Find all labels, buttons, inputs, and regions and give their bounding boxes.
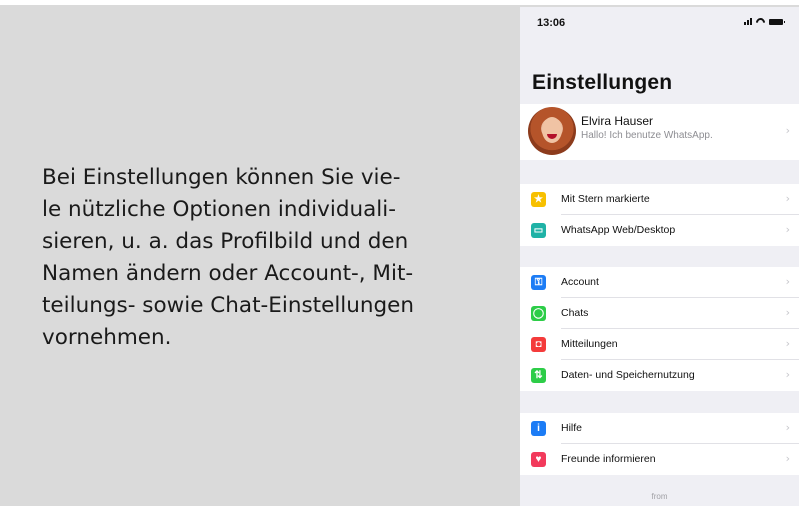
description-text: Bei Einstellungen können Sie vie- le nüt… <box>42 162 488 354</box>
chevron-right-icon: › <box>785 306 790 319</box>
description-line: Namen ändern oder Account-, Mit- <box>42 261 414 286</box>
settings-item-chats[interactable]: ◯ Chats › <box>520 298 799 329</box>
profile-status: Hallo! Ich benutze WhatsApp. <box>581 130 713 141</box>
info-icon: i <box>531 421 546 436</box>
settings-item-help[interactable]: i Hilfe › <box>520 413 799 444</box>
settings-item-starred[interactable]: ★ Mit Stern markierte › <box>520 184 799 215</box>
star-icon: ★ <box>531 192 546 207</box>
phone-screen: 13:06 Einstellungen Elvira Hauser Hallo!… <box>520 7 799 506</box>
settings-item-account[interactable]: ⚿ Account › <box>520 267 799 298</box>
battery-icon <box>769 19 785 25</box>
profile-name: Elvira Hauser <box>581 114 654 128</box>
chevron-right-icon: › <box>785 223 790 236</box>
laptop-icon: ▭ <box>531 223 546 238</box>
status-time: 13:06 <box>537 17 566 29</box>
page-title: Einstellungen <box>532 71 673 94</box>
description-line: Bei Einstellungen können Sie vie- <box>42 165 401 190</box>
data-arrows-icon: ⇅ <box>531 368 546 383</box>
chevron-right-icon: › <box>785 275 790 288</box>
settings-item-label: Account <box>561 276 599 288</box>
chevron-right-icon: › <box>785 452 790 465</box>
chevron-right-icon: › <box>785 124 790 137</box>
whatsapp-icon: ◯ <box>531 306 546 321</box>
description-line: sieren, u. a. das Profilbild und den <box>42 229 409 254</box>
chevron-right-icon: › <box>785 192 790 205</box>
status-bar: 13:06 <box>520 7 799 37</box>
avatar-face <box>542 117 562 143</box>
description-line: vornehmen. <box>42 325 172 350</box>
chevron-right-icon: › <box>785 421 790 434</box>
settings-item-web-desktop[interactable]: ▭ WhatsApp Web/Desktop › <box>520 215 799 246</box>
heart-icon: ♥ <box>531 452 546 467</box>
settings-item-label: Chats <box>561 307 589 319</box>
settings-item-label: Mitteilungen <box>561 338 618 350</box>
settings-item-tell-friend[interactable]: ♥ Freunde informieren › <box>520 444 799 475</box>
settings-item-notifications[interactable]: ◘ Mitteilungen › <box>520 329 799 360</box>
chevron-right-icon: › <box>785 368 790 381</box>
description-line: teilungs- sowie Chat-Einstellungen <box>42 293 415 318</box>
status-icons <box>744 18 785 25</box>
settings-group-3: i Hilfe › ♥ Freunde informieren › <box>520 413 799 475</box>
settings-item-label: WhatsApp Web/Desktop <box>561 224 676 236</box>
profile-row[interactable]: Elvira Hauser Hallo! Ich benutze WhatsAp… <box>520 104 799 160</box>
description-line: le nützliche Optionen individuali- <box>42 197 396 222</box>
wifi-icon <box>756 18 765 25</box>
signal-icon <box>744 18 752 25</box>
chevron-right-icon: › <box>785 337 790 350</box>
settings-group-1: ★ Mit Stern markierte › ▭ WhatsApp Web/D… <box>520 184 799 246</box>
notification-icon: ◘ <box>531 337 546 352</box>
footer-from: from <box>651 492 668 501</box>
settings-item-label: Mit Stern markierte <box>561 193 650 205</box>
settings-item-label: Hilfe <box>561 422 583 434</box>
settings-item-data-storage[interactable]: ⇅ Daten- und Speichernutzung › <box>520 360 799 391</box>
settings-item-label: Freunde informieren <box>561 453 656 465</box>
settings-group-2: ⚿ Account › ◯ Chats › ◘ Mitteilungen › ⇅… <box>520 267 799 391</box>
settings-item-label: Daten- und Speichernutzung <box>561 369 695 381</box>
key-icon: ⚿ <box>531 275 546 290</box>
avatar[interactable] <box>528 107 576 155</box>
